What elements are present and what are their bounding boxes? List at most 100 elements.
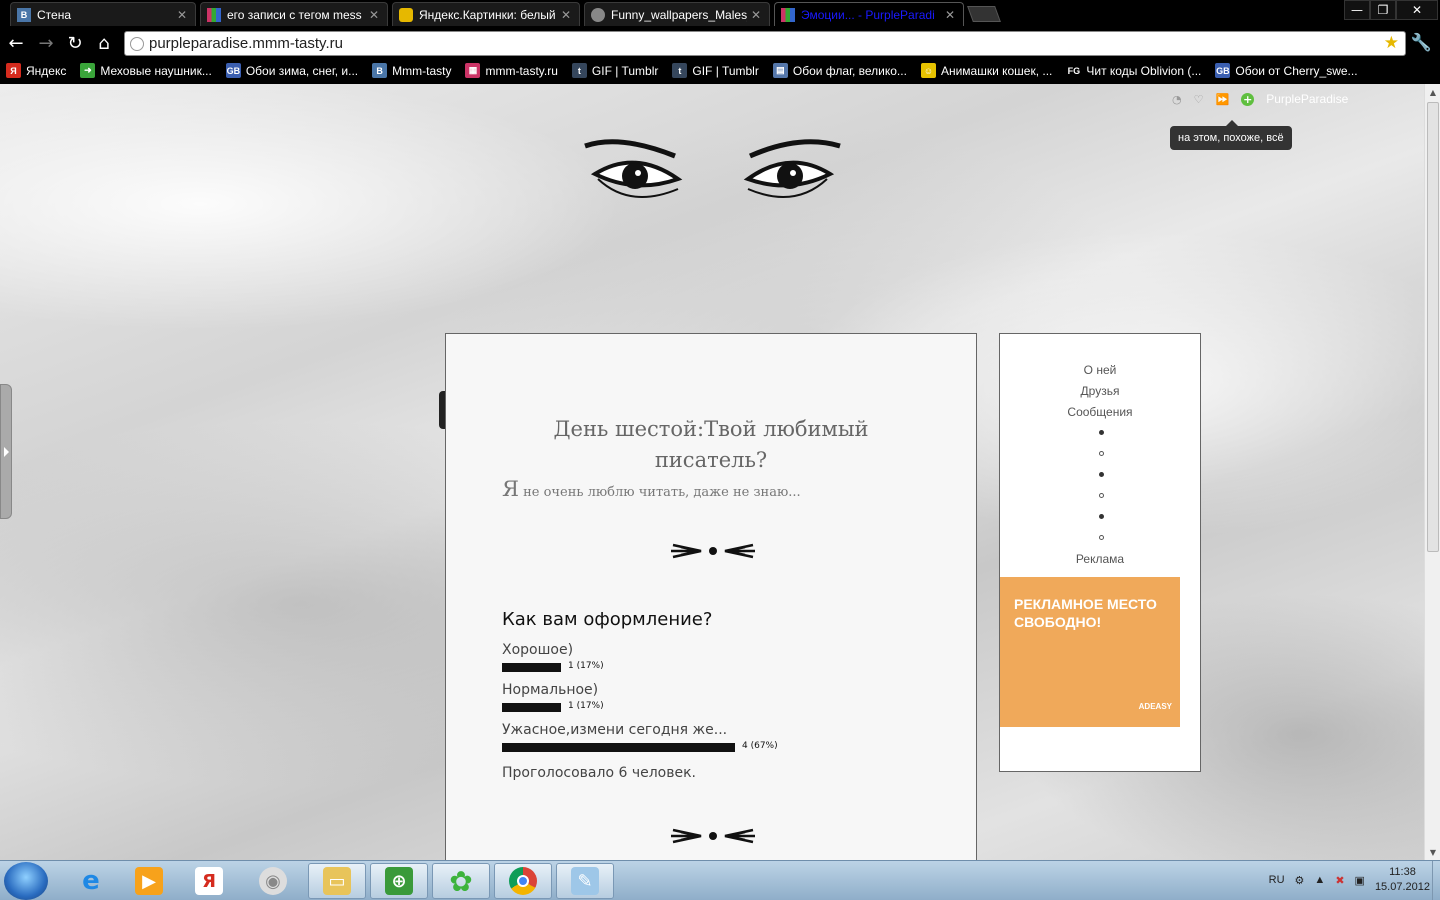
show-hidden-icons[interactable]: ▲: [1314, 874, 1325, 886]
tab-vk-wall[interactable]: В Стена ✕: [10, 2, 196, 26]
poll-bar: [502, 703, 561, 712]
wrench-menu-icon[interactable]: 🔧: [1411, 33, 1432, 53]
side-panel-handle[interactable]: [0, 384, 12, 519]
bookmark-item[interactable]: ▤ Обои флаг, велико...: [772, 63, 907, 78]
home-button[interactable]: ⌂: [92, 31, 116, 55]
windows-taskbar: e ▶ Я ◉ ▭ ⊕ ✿ ✎ RU ⚙ ▲ ✖ ▣ 11:38 15.07.2…: [0, 860, 1440, 900]
internet-explorer-icon: e: [82, 866, 100, 896]
post-title: День шестой:Твой любимый писатель?: [553, 417, 869, 472]
maximize-button[interactable]: ❐: [1370, 0, 1396, 20]
list-bullet: [1099, 430, 1104, 435]
vk-icon: В: [372, 63, 388, 78]
taskbar-antivirus[interactable]: ⊕: [370, 863, 428, 899]
rss-icon[interactable]: ◔: [1172, 93, 1182, 106]
back-button[interactable]: ←: [4, 31, 28, 55]
page-info-icon: [130, 37, 144, 51]
folder-icon: ▭: [323, 867, 351, 895]
sidebar-link-messages[interactable]: Сообщения: [1000, 405, 1200, 419]
heart-icon[interactable]: ♡: [1194, 93, 1204, 106]
bookmark-label: Меховые наушник...: [100, 63, 212, 78]
poll-total: Проголосовало 6 человек.: [502, 765, 696, 781]
tray-settings-icon[interactable]: ⚙: [1295, 874, 1305, 887]
yandex-icon: Я: [6, 63, 21, 78]
start-button[interactable]: [4, 862, 48, 900]
scroll-up-icon[interactable]: ▲: [1425, 84, 1440, 100]
tab-close-icon[interactable]: ✕: [177, 8, 187, 22]
clock[interactable]: 11:38 15.07.2012: [1375, 865, 1430, 895]
address-text: purpleparadise.mmm-tasty.ru: [149, 35, 343, 52]
calendar-icon: ▤: [772, 63, 788, 78]
forward-button[interactable]: →: [34, 31, 58, 55]
taskbar-ie[interactable]: e: [62, 863, 120, 899]
tab-close-icon[interactable]: ✕: [751, 8, 761, 22]
home-icon: ⌂: [98, 32, 110, 54]
address-bar[interactable]: purpleparadise.mmm-tasty.ru ★: [124, 31, 1406, 56]
scroll-thumb[interactable]: [1427, 102, 1439, 552]
tab-yandex-images[interactable]: Яндекс.Картинки: белый ✕: [392, 2, 580, 26]
yandex-browser-icon: Я: [195, 867, 223, 895]
tab-close-icon[interactable]: ✕: [369, 8, 379, 22]
tab-tagged-posts[interactable]: его записи с тегом mess - ✕: [200, 2, 388, 26]
taskbar-chrome[interactable]: [494, 863, 552, 899]
media-player-icon: ▶: [135, 867, 163, 895]
tab-close-icon[interactable]: ✕: [561, 8, 571, 22]
bookmark-label: mmm-tasty.ru: [485, 63, 558, 78]
bookmark-item[interactable]: ➜ Меховые наушник...: [80, 63, 212, 78]
icq-icon: ✿: [449, 864, 473, 898]
tab-funny-wallpapers[interactable]: Funny_wallpapers_Males_a ✕: [584, 2, 770, 26]
bookmark-item[interactable]: В Mmm-tasty: [372, 63, 451, 78]
minimize-button[interactable]: —: [1344, 0, 1370, 20]
taskbar-explorer[interactable]: ▭: [308, 863, 366, 899]
new-tab-button[interactable]: [967, 6, 1001, 22]
list-bullet: [1099, 535, 1104, 540]
list-bullet: [1099, 493, 1104, 498]
bookmark-label: Обои флаг, велико...: [792, 63, 907, 78]
taskbar-media-player[interactable]: ▶: [120, 863, 178, 899]
ornament-divider-icon: [671, 828, 755, 844]
bookmark-item[interactable]: t GIF | Tumblr: [672, 63, 759, 78]
scroll-down-icon[interactable]: ▼: [1425, 844, 1440, 860]
tab-strip: В Стена ✕ его записи с тегом mess - ✕ Ян…: [0, 0, 1440, 28]
eyes-header-image: [584, 139, 841, 198]
chrome-icon: [509, 867, 537, 895]
page-scrollbar[interactable]: ▲ ▼: [1424, 84, 1440, 860]
bookmark-item[interactable]: GB Обои от Cherry_swe...: [1215, 63, 1358, 78]
close-window-button[interactable]: ✕: [1396, 0, 1438, 20]
taskbar-cd[interactable]: ◉: [244, 863, 302, 899]
show-desktop-button[interactable]: [1432, 861, 1440, 900]
blog-sidebar: О ней Друзья Сообщения Реклама РЕКЛАМНОЕ…: [999, 333, 1201, 772]
poll-option-value: 1 (17%): [568, 661, 604, 671]
bookmark-label: Анимашки кошек, ...: [940, 63, 1053, 78]
add-friend-icon[interactable]: +: [1241, 92, 1255, 106]
sidebar-link-friends[interactable]: Друзья: [1000, 384, 1200, 398]
poll-option-value: 1 (17%): [568, 701, 604, 711]
network-disconnected-icon[interactable]: ✖: [1335, 874, 1344, 887]
poll-option-value: 4 (67%): [742, 741, 778, 751]
tab-close-icon[interactable]: ✕: [945, 8, 955, 22]
taskbar-yandex[interactable]: Я: [180, 863, 238, 899]
bookmark-item[interactable]: ▦ mmm-tasty.ru: [465, 63, 558, 78]
blog-username[interactable]: PurpleParadise: [1266, 92, 1348, 106]
list-bullet: [1099, 451, 1104, 456]
fg-icon: FG: [1066, 63, 1082, 78]
bookmark-item[interactable]: ☺ Анимашки кошек, ...: [920, 63, 1053, 78]
bookmark-item[interactable]: GB Обои зима, снег, и...: [225, 63, 358, 78]
post-intro: Я не очень люблю читать, даже не знаю...: [502, 477, 801, 501]
sidebar-link-about[interactable]: О ней: [1000, 363, 1200, 377]
bookmark-item[interactable]: Я Яндекс: [6, 63, 66, 78]
taskbar-icq[interactable]: ✿: [432, 863, 490, 899]
browser-toolbar: ← → ↻ ⌂ purpleparadise.mmm-tasty.ru ★ 🔧: [0, 28, 1440, 58]
bookmark-item[interactable]: FG Чит коды Oblivion (...: [1066, 63, 1201, 78]
taskbar-notepad[interactable]: ✎: [556, 863, 614, 899]
sidebar-ad-label: Реклама: [1075, 552, 1125, 566]
bookmark-star-icon[interactable]: ★: [1384, 33, 1399, 53]
bookmark-item[interactable]: t GIF | Tumblr: [571, 63, 658, 78]
ad-banner[interactable]: РЕКЛАМНОЕ МЕСТО СВОБОДНО! ADEASY: [1000, 577, 1180, 727]
fast-forward-icon[interactable]: ⏩: [1215, 93, 1229, 106]
network-icon[interactable]: ▣: [1355, 874, 1365, 887]
tab-purpleparadise[interactable]: Эмоции... - PurpleParadi ✕: [774, 2, 964, 26]
clock-date: 15.07.2012: [1374, 881, 1430, 893]
reload-button[interactable]: ↻: [63, 31, 87, 55]
poll-bar: [502, 663, 561, 672]
language-indicator[interactable]: RU: [1269, 874, 1285, 886]
